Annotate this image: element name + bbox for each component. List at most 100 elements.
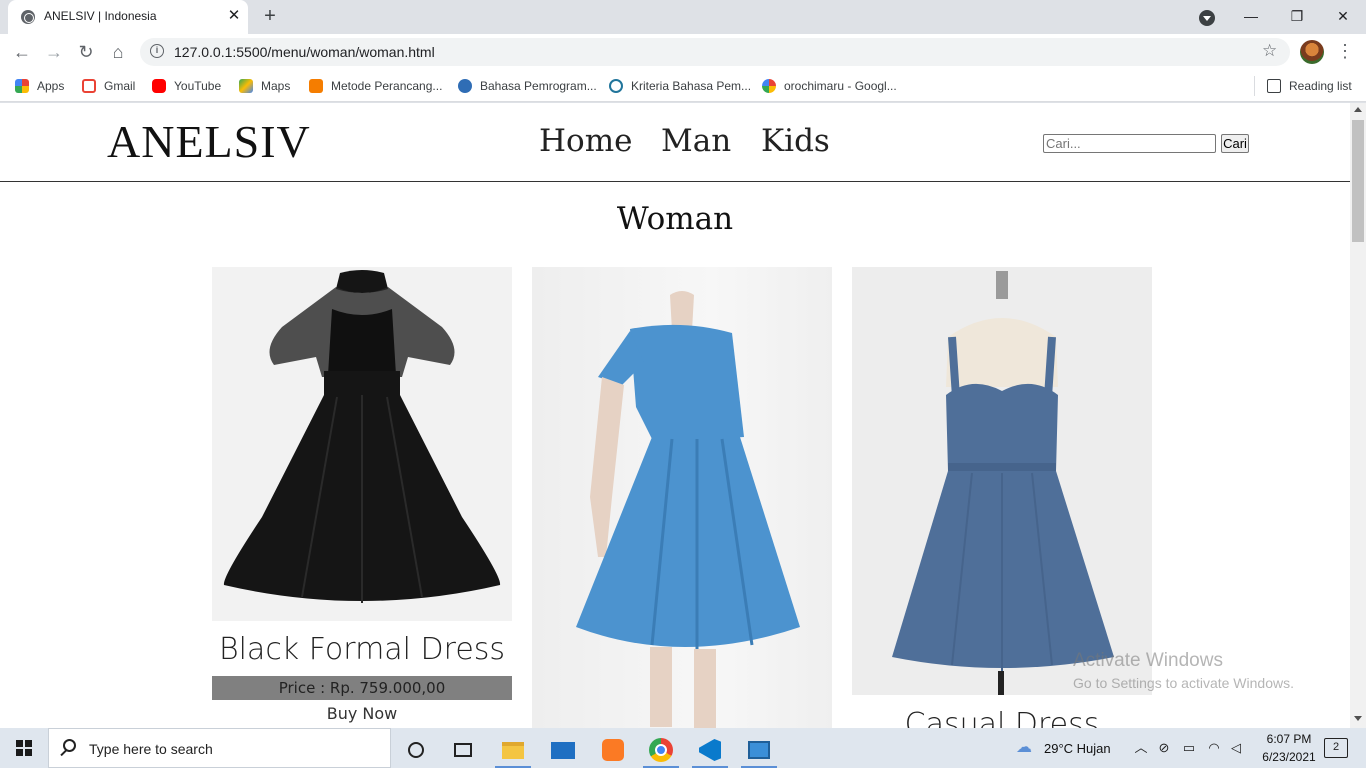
apps-grid-icon [15,79,29,93]
bookmark-label: Metode Perancang... [331,79,443,93]
search-icon [63,739,76,752]
battery-icon[interactable]: ▭ [1181,740,1197,756]
browser-tab[interactable]: ANELSIV | Indonesia ✕ [8,0,248,34]
activate-windows-watermark: Activate Windows Go to Settings to activ… [1073,650,1294,691]
windows-start-icon[interactable] [16,740,32,756]
notification-count: 2 [1332,741,1340,753]
gmail-icon [82,79,96,93]
maps-icon [239,79,253,93]
taskbar-search[interactable]: Type here to search [48,728,391,768]
product-price: Price : Rp. 759.000,00 [212,676,512,700]
weather-icon[interactable]: ☁ [1014,740,1034,756]
site-header: ANELSIV Home Man Kids Cari [0,103,1350,182]
minimize-button[interactable]: — [1239,4,1263,28]
page-scrollbar[interactable] [1350,103,1366,728]
google-icon [762,79,776,93]
reading-list-button[interactable]: Reading list [1267,77,1352,95]
tab-search-icon[interactable] [1199,10,1215,26]
taskbar-search-text: Type here to search [89,741,213,757]
product-image-casual-dress[interactable] [852,267,1152,695]
remote-desktop-icon[interactable] [737,732,781,768]
bookmark-label: Kriteria Bahasa Pem... [631,79,752,93]
file-explorer-icon[interactable] [491,732,535,768]
task-view-icon[interactable] [441,732,485,768]
nav-kids[interactable]: Kids [761,123,830,159]
bookmark-apps[interactable]: Apps [15,77,64,95]
vscode-icon[interactable] [688,732,732,768]
search-button[interactable]: Cari [1221,134,1249,153]
reload-icon[interactable]: ↻ [74,40,98,64]
back-icon[interactable]: ← [10,40,34,64]
globe-icon [21,10,35,24]
site-icon [458,79,472,93]
browser-toolbar: ← → ↻ ⌂ i 127.0.0.1:5500/menu/woman/woma… [0,34,1366,70]
buy-now-button[interactable]: Buy Now [212,704,512,723]
forward-icon[interactable]: → [42,40,66,64]
profile-avatar[interactable] [1300,40,1324,64]
address-bar[interactable]: i 127.0.0.1:5500/menu/woman/woman.html ☆ [140,38,1290,66]
antivirus-icon[interactable]: ⊘ [1156,740,1172,756]
reading-list-label: Reading list [1289,79,1352,93]
blue-dress-illustration [576,291,800,728]
new-tab-button[interactable]: + [258,5,282,29]
page-viewport: ANELSIV Home Man Kids Cari Woman Black F… [0,103,1350,728]
search-input[interactable] [1043,134,1216,153]
bookmark-label: Maps [261,79,291,93]
bookmark-gmail[interactable]: Gmail [82,77,135,95]
watermark-line1: Activate Windows [1073,650,1223,671]
bookmark-label: Gmail [104,79,136,93]
scroll-up-icon[interactable] [1354,107,1362,112]
bookmark-youtube[interactable]: YouTube [152,77,221,95]
tab-strip: ANELSIV | Indonesia ✕ + — ❐ ✕ [0,0,1366,34]
scroll-down-icon[interactable] [1354,716,1362,721]
black-dress-illustration [223,270,501,603]
bookmark-label: Bahasa Pemrogram... [480,79,597,93]
notification-center-icon[interactable]: 2 [1324,738,1348,758]
weather-text[interactable]: 29°C Hujan [1044,741,1111,756]
close-tab-icon[interactable]: ✕ [224,6,244,26]
bookmark-bahasa[interactable]: Bahasa Pemrogram... [458,77,597,95]
xampp-icon[interactable] [591,732,635,768]
site-info-icon[interactable]: i [150,44,164,58]
scrollbar-thumb[interactable] [1352,120,1364,242]
windows-taskbar: Type here to search ☁ 29°C Hujan ︿ ⊘ ▭ ◠… [0,728,1366,768]
tab-title: ANELSIV | Indonesia [44,9,157,23]
product-name: Black Formal Dress [218,632,506,667]
casual-dress-illustration [892,271,1114,695]
reading-list-icon [1267,79,1281,93]
wordpress-icon [609,79,623,93]
bookmark-label: orochimaru - Googl... [784,79,897,93]
bookmark-maps[interactable]: Maps [239,77,290,95]
restore-button[interactable]: ❐ [1285,4,1309,28]
product-image-black-dress[interactable] [212,267,512,621]
bookmark-star-icon[interactable]: ☆ [1262,41,1277,61]
chevron-up-icon[interactable]: ︿ [1133,740,1149,756]
watermark-line2: Go to Settings to activate Windows. [1073,675,1294,691]
clock-date[interactable]: 6/23/2021 [1254,750,1324,764]
bookmark-divider [1254,76,1255,96]
bookmark-metode[interactable]: Metode Perancang... [309,77,442,95]
bookmark-google[interactable]: orochimaru - Googl... [762,77,897,95]
bookmark-label: Apps [37,79,65,93]
blogger-icon [309,79,323,93]
nav-home[interactable]: Home [539,123,632,159]
url-text[interactable]: 127.0.0.1:5500/menu/woman/woman.html [174,44,435,60]
chrome-icon[interactable] [639,732,683,768]
product-name: Casual Dress [904,707,1100,728]
wifi-icon[interactable]: ◠ [1206,740,1222,756]
bookmark-label: YouTube [174,79,222,93]
product-image-blue-dress[interactable] [532,267,832,728]
clock-time[interactable]: 6:07 PM [1258,732,1320,746]
site-logo[interactable]: ANELSIV [107,115,311,168]
mail-icon[interactable] [541,732,585,768]
cortana-icon[interactable] [394,732,438,768]
window-close-button[interactable]: ✕ [1331,4,1355,28]
nav-man[interactable]: Man [661,123,731,159]
bookmarks-bar: Apps Gmail YouTube Maps Metode Perancang… [0,70,1366,102]
section-title: Woman [616,201,734,237]
volume-icon[interactable]: ◁ [1228,740,1244,756]
home-icon[interactable]: ⌂ [106,40,130,64]
youtube-icon [152,79,166,93]
bookmark-kriteria[interactable]: Kriteria Bahasa Pem... [609,77,751,95]
browser-menu-icon[interactable]: ⋮ [1336,40,1354,64]
